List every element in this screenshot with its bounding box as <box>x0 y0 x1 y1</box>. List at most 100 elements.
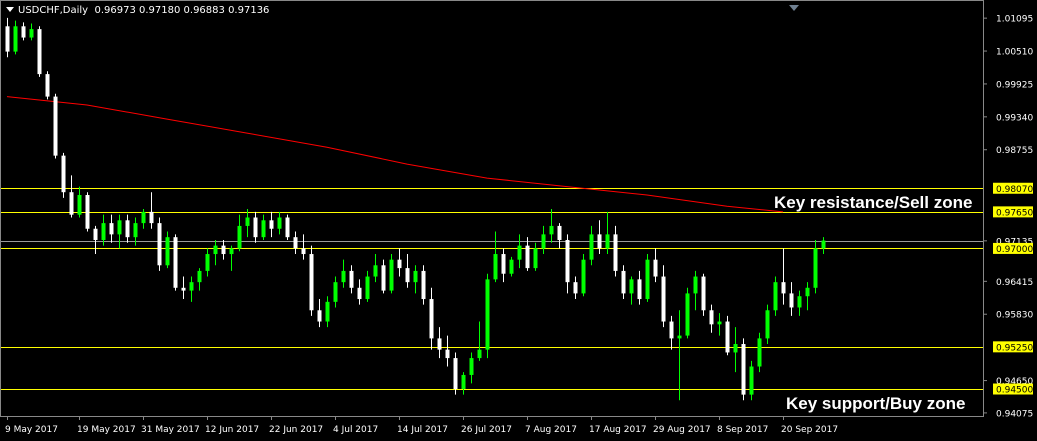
candle <box>453 352 458 395</box>
candle-body <box>413 270 418 283</box>
candle-body <box>757 338 762 367</box>
candle-body <box>725 321 730 353</box>
y-tick-label: 0.94075 <box>996 409 1033 419</box>
x-tick-label: 19 May 2017 <box>77 425 136 435</box>
x-tick-label: 8 Sep 2017 <box>717 425 768 435</box>
candle-body <box>453 358 458 390</box>
candle-body <box>301 248 306 255</box>
x-tick-label: 7 Aug 2017 <box>525 425 577 435</box>
candle-body <box>693 276 698 294</box>
x-tick-label: 14 Jul 2017 <box>397 425 448 435</box>
candle-body <box>189 282 194 291</box>
candle-body <box>477 349 482 359</box>
candle <box>685 287 690 339</box>
candle <box>285 214 290 240</box>
candle-body <box>773 282 778 311</box>
candle-body <box>525 245 530 269</box>
candle-body <box>93 228 98 240</box>
candle-body <box>613 234 618 271</box>
y-tick-label: 1.01095 <box>996 15 1033 25</box>
candle <box>37 26 42 77</box>
candle <box>581 254 586 297</box>
candle <box>757 332 762 373</box>
candle-body <box>365 276 370 300</box>
candle <box>61 152 66 198</box>
candle-body <box>501 254 506 274</box>
x-tick-label: 9 May 2017 <box>5 425 58 435</box>
candle-body <box>573 282 578 294</box>
candle-body <box>789 293 794 308</box>
candle-body <box>797 296 802 308</box>
candle-body <box>685 293 690 336</box>
candle <box>389 254 394 294</box>
candle-body <box>445 349 450 359</box>
y-tick-label: 0.95830 <box>996 311 1033 321</box>
candle-body <box>229 248 234 255</box>
candle-body <box>13 26 18 52</box>
candle-body <box>677 335 682 339</box>
candle-body <box>213 245 218 255</box>
candle <box>53 93 58 159</box>
candle-body <box>245 217 250 226</box>
candle-body <box>341 270 346 283</box>
candle-body <box>541 234 546 249</box>
candle-body <box>485 279 490 350</box>
candle-body <box>205 254 210 271</box>
candle-body <box>317 310 322 322</box>
candle-body <box>149 211 154 224</box>
candle-body <box>21 26 26 38</box>
candle-body <box>597 234 602 249</box>
symbol-label: USDCHF,Daily <box>18 5 89 16</box>
candle <box>157 217 162 271</box>
support-zone-label: Key support/Buy zone <box>786 394 966 413</box>
candle-body <box>669 321 674 339</box>
candle-body <box>253 217 258 238</box>
candle-body <box>733 344 738 353</box>
candle-body <box>77 195 82 215</box>
level-price-label: 0.98070 <box>996 185 1033 195</box>
candle-body <box>509 259 514 274</box>
candle-body <box>221 245 226 255</box>
candle-body <box>493 254 498 280</box>
candle-body <box>605 234 610 249</box>
candle-body <box>637 279 642 300</box>
chart-header: USDCHF,Daily 0.96973 0.97180 0.96883 0.9… <box>6 5 269 16</box>
candle-body <box>549 225 554 235</box>
y-tick-label: 0.96415 <box>996 278 1033 288</box>
candle-body <box>277 217 282 229</box>
candle-body <box>85 195 90 229</box>
level-price-label: 0.95250 <box>996 343 1033 353</box>
level-price-label: 0.97000 <box>996 245 1033 255</box>
candle-body <box>29 29 34 38</box>
candle-body <box>701 276 706 311</box>
candle-body <box>37 29 42 75</box>
x-tick-label: 20 Sep 2017 <box>781 425 838 435</box>
candle-body <box>405 268 410 283</box>
candle-body <box>429 299 434 339</box>
candle-body <box>629 279 634 294</box>
candle-body <box>517 245 522 260</box>
candle-body <box>717 321 722 325</box>
candle-body <box>461 374 466 390</box>
candle <box>773 276 778 316</box>
price-chart[interactable]: 1.010951.005100.999250.993400.987550.971… <box>0 0 1037 441</box>
candle-body <box>157 223 162 266</box>
candle <box>309 245 314 316</box>
ohlc-values: 0.96973 0.97180 0.96883 0.97136 <box>94 5 270 16</box>
candle-body <box>269 220 274 229</box>
x-tick-label: 31 May 2017 <box>141 425 200 435</box>
candle-body <box>533 248 538 269</box>
candle-body <box>357 287 362 300</box>
candle <box>701 273 706 316</box>
candle-body <box>469 358 474 375</box>
candle <box>741 338 746 401</box>
candle-body <box>325 301 330 322</box>
candle-body <box>61 155 66 193</box>
candle-body <box>765 310 770 339</box>
candle <box>509 256 514 277</box>
candle-body <box>381 265 386 291</box>
dropdown-icon[interactable] <box>6 7 14 12</box>
candle <box>485 273 490 359</box>
candle-body <box>749 366 754 395</box>
x-tick-label: 29 Aug 2017 <box>653 425 711 435</box>
